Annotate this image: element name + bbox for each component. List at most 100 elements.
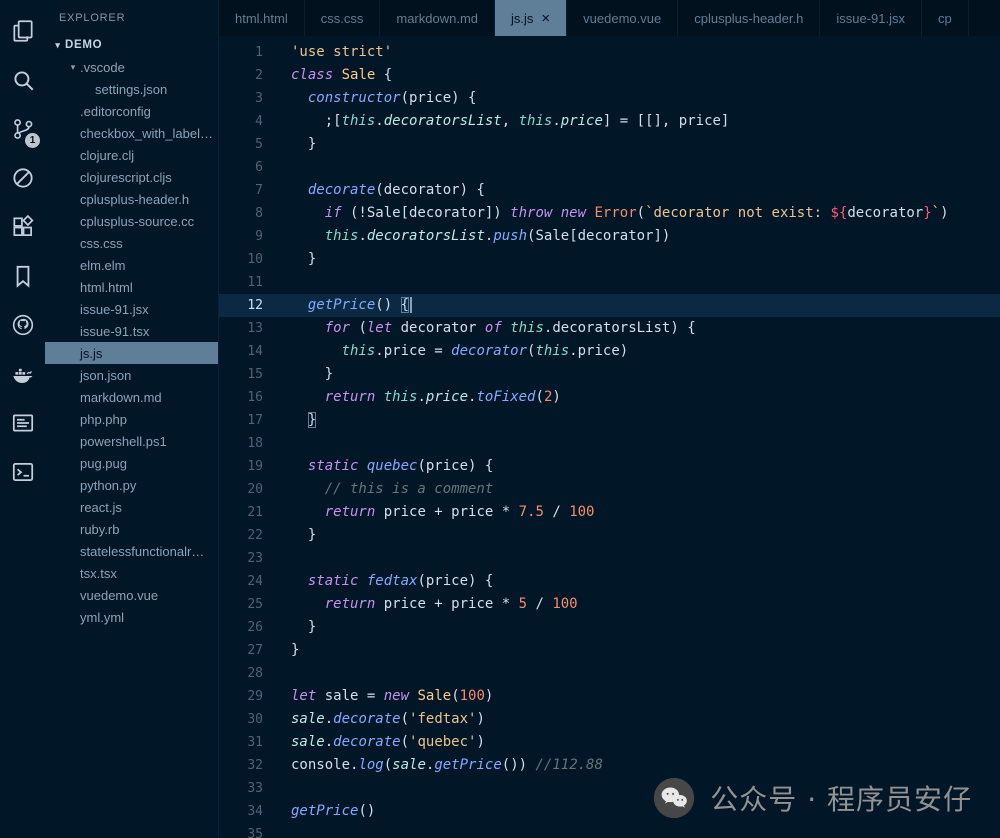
code-line-29[interactable]: 29let sale = new Sale(100) [219,685,1000,708]
tab-js.js[interactable]: js.js× [495,0,567,36]
code-line-31[interactable]: 31sale.decorate('quebec') [219,731,1000,754]
tree-item-vuedemo.vue[interactable]: vuedemo.vue [45,584,218,606]
code-line-2[interactable]: 2class Sale { [219,64,1000,87]
browser-preview-icon[interactable] [0,398,45,447]
tree-item-json.json[interactable]: json.json [45,364,218,386]
code-line-24[interactable]: 24 static fedtax(price) { [219,570,1000,593]
code-line-26[interactable]: 26 } [219,616,1000,639]
terminal-icon[interactable] [0,447,45,496]
code-token: ( [451,688,459,704]
code-line-5[interactable]: 5 } [219,133,1000,156]
docker-icon[interactable] [0,349,45,398]
code-line-9[interactable]: 9 this.decoratorsList.push(Sale[decorato… [219,225,1000,248]
code-token: Error [594,205,636,221]
code-line-23[interactable]: 23 [219,547,1000,570]
code-line-16[interactable]: 16 return this.price.toFixed(2) [219,386,1000,409]
code-line-7[interactable]: 7 decorate(decorator) { [219,179,1000,202]
code-line-8[interactable]: 8 if (!Sale[decorator]) throw new Error(… [219,202,1000,225]
code-text: decorate(decorator) { [277,179,485,202]
extensions-icon[interactable] [0,202,45,251]
code-line-27[interactable]: 27} [219,639,1000,662]
tab-issue-91.jsx[interactable]: issue-91.jsx [820,0,922,36]
tab-markdown.md[interactable]: markdown.md [380,0,495,36]
tree-item-demo[interactable]: ▾DEMO [45,34,218,56]
explorer-sidebar: EXPLORER ▾DEMO▾.vscodesettings.json.edit… [45,0,218,838]
tree-item-cplusplus-header.h[interactable]: cplusplus-header.h [45,188,218,210]
code-line-35[interactable]: 35 [219,823,1000,838]
tree-item-issue-91.tsx[interactable]: issue-91.tsx [45,320,218,342]
source-control-icon[interactable]: 1 [0,104,45,153]
code-line-19[interactable]: 19 static quebec(price) { [219,455,1000,478]
tab-cp[interactable]: cp [922,0,969,36]
code-line-28[interactable]: 28 [219,662,1000,685]
tree-item-clojurescript.cljs[interactable]: clojurescript.cljs [45,166,218,188]
github-icon[interactable] [0,300,45,349]
tree-item-clojure.clj[interactable]: clojure.clj [45,144,218,166]
tree-item-css.css[interactable]: css.css [45,232,218,254]
tree-item-php.php[interactable]: php.php [45,408,218,430]
tab-css.css[interactable]: css.css [305,0,381,36]
code-line-11[interactable]: 11 [219,271,1000,294]
files-icon[interactable] [0,6,45,55]
code-token [291,389,325,405]
code-token: ( [536,389,544,405]
search-icon[interactable] [0,55,45,104]
code-line-22[interactable]: 22 } [219,524,1000,547]
tree-item-elm.elm[interactable]: elm.elm [45,254,218,276]
tree-item-.vscode[interactable]: ▾.vscode [45,56,218,78]
line-number: 4 [219,110,277,133]
code-line-18[interactable]: 18 [219,432,1000,455]
tree-item-react.js[interactable]: react.js [45,496,218,518]
tree-item-ruby.rb[interactable]: ruby.rb [45,518,218,540]
code-line-17[interactable]: 17 } [219,409,1000,432]
tree-item-powershell.ps1[interactable]: powershell.ps1 [45,430,218,452]
tree-item-tsx.tsx[interactable]: tsx.tsx [45,562,218,584]
code-line-25[interactable]: 25 return price + price * 5 / 100 [219,593,1000,616]
code-line-1[interactable]: 1'use strict' [219,41,1000,64]
tab-vuedemo.vue[interactable]: vuedemo.vue [567,0,678,36]
code-line-6[interactable]: 6 [219,156,1000,179]
tree-item-checkbox-with-label-[interactable]: checkbox_with_label… [45,122,218,144]
code-token: decorator [392,320,485,336]
tree-item-markdown.md[interactable]: markdown.md [45,386,218,408]
line-number: 8 [219,202,277,225]
code-text: } [277,133,316,156]
code-line-15[interactable]: 15 } [219,363,1000,386]
tree-item-python.py[interactable]: python.py [45,474,218,496]
tree-item-js.js[interactable]: js.js [45,342,218,364]
circle-slash-icon[interactable] [0,153,45,202]
item-label: .editorconfig [80,104,151,119]
code-line-32[interactable]: 32console.log(sale.getPrice()) //112.88 [219,754,1000,777]
tree-item-pug.pug[interactable]: pug.pug [45,452,218,474]
code-line-30[interactable]: 30sale.decorate('fedtax') [219,708,1000,731]
code-line-10[interactable]: 10 } [219,248,1000,271]
code-line-13[interactable]: 13 for (let decorator of this.decorators… [219,317,1000,340]
code-token: () [358,803,375,819]
tree-item-html.html[interactable]: html.html [45,276,218,298]
code-line-14[interactable]: 14 this.price = decorator(this.price) [219,340,1000,363]
tree-item-statelessfunctionalr-[interactable]: statelessfunctionalr… [45,540,218,562]
tree-item-yml.yml[interactable]: yml.yml [45,606,218,628]
tab-html.html[interactable]: html.html [219,0,305,36]
bookmark-icon[interactable] [0,251,45,300]
code-token: let [291,688,316,704]
code-line-12[interactable]: 12 getPrice() { [219,294,1000,317]
tree-item-issue-91.jsx[interactable]: issue-91.jsx [45,298,218,320]
code-line-3[interactable]: 3 constructor(price) { [219,87,1000,110]
close-icon[interactable]: × [541,11,550,26]
code-token: ) [940,205,948,221]
code-line-20[interactable]: 20 // this is a comment [219,478,1000,501]
code-line-4[interactable]: 4 ;[this.decoratorsList, this.price] = [… [219,110,1000,133]
code-token: (decorator) { [375,182,485,198]
code-token: getPrice [308,297,375,313]
tab-cplusplus-header.h[interactable]: cplusplus-header.h [678,0,820,36]
line-number: 25 [219,593,277,616]
code-token [291,412,308,428]
code-line-21[interactable]: 21 return price + price * 7.5 / 100 [219,501,1000,524]
tree-item-settings.json[interactable]: settings.json [45,78,218,100]
tree-item-cplusplus-source.cc[interactable]: cplusplus-source.cc [45,210,218,232]
code-editor[interactable]: 1'use strict'2class Sale {3 constructor(… [219,36,1000,838]
code-token: toFixed [476,389,535,405]
tree-item-.editorconfig[interactable]: .editorconfig [45,100,218,122]
code-token: } [308,412,316,428]
